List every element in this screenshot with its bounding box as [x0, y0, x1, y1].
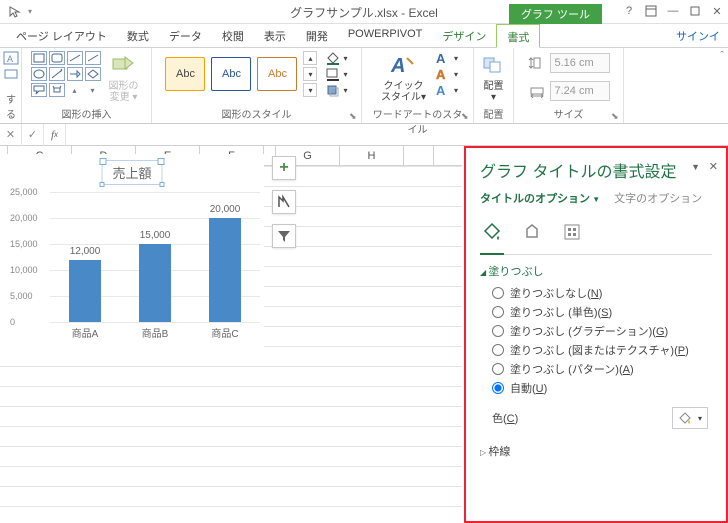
- sign-in-link[interactable]: サインイ: [676, 28, 720, 44]
- style-down[interactable]: ▾: [303, 67, 317, 81]
- quick-style-button[interactable]: A クイック スタイル▾: [377, 51, 430, 105]
- shape-gallery[interactable]: ▴ ▾: [31, 51, 101, 97]
- group-arrange: 配置: [480, 105, 507, 123]
- tab-developer[interactable]: 開発: [296, 24, 338, 47]
- shape-outline-button[interactable]: ▾: [325, 67, 347, 81]
- text-effects-button[interactable]: A▾: [436, 83, 458, 97]
- tab-title-options[interactable]: タイトルのオプション: [480, 190, 600, 206]
- tab-formulas[interactable]: 数式: [117, 24, 159, 47]
- enter-formula-button[interactable]: ✓: [22, 124, 44, 146]
- chart-elements-button[interactable]: +: [272, 156, 296, 180]
- cancel-formula-button[interactable]: ✕: [0, 124, 22, 146]
- chart-plot-area[interactable]: 05,00010,00015,00020,00025,00012,000商品A1…: [10, 192, 260, 322]
- section-fill-toggle[interactable]: 塗りつぶし: [480, 263, 712, 279]
- tab-design[interactable]: デザイン: [432, 24, 496, 47]
- window-title: グラフサンプル.xlsx - Excel: [290, 4, 438, 21]
- height-icon: [528, 56, 546, 70]
- fill-picture-radio[interactable]: 塗りつぶし (図またはテクスチャ)(P): [492, 342, 712, 358]
- chart-filters-button[interactable]: [272, 224, 296, 248]
- embedded-chart[interactable]: 売上額 05,00010,00015,00020,00025,00012,000…: [0, 154, 264, 350]
- fill-auto-radio[interactable]: 自動(U): [492, 380, 712, 396]
- fill-line-icon[interactable]: [480, 220, 504, 244]
- pointer-icon: [8, 5, 22, 19]
- svg-text:A: A: [390, 55, 405, 77]
- insert-function-button[interactable]: fx: [44, 124, 66, 146]
- format-pane: グラフ タイトルの書式設定 ▼ ✕ タイトルのオプション 文字のオプション 塗り…: [464, 146, 728, 523]
- maximize-button[interactable]: [686, 2, 704, 20]
- tab-view[interactable]: 表示: [254, 24, 296, 47]
- collapse-ribbon-icon[interactable]: ˆ: [720, 50, 724, 62]
- shape-style-1[interactable]: Abc: [165, 57, 205, 91]
- fill-none-radio[interactable]: 塗りつぶしなし(N): [492, 285, 712, 301]
- shape-styles-launcher[interactable]: ⬊: [349, 111, 359, 121]
- pane-options-dropdown[interactable]: ▼: [691, 162, 700, 172]
- textbox-icon[interactable]: A: [3, 51, 19, 65]
- color-label: 色(C): [492, 410, 518, 426]
- width-icon: [528, 84, 546, 98]
- tab-format[interactable]: 書式: [496, 24, 540, 48]
- shape-effects-button[interactable]: ▾: [325, 83, 347, 97]
- qat-dropdown[interactable]: ▾: [28, 7, 32, 16]
- minimize-button[interactable]: —: [664, 2, 682, 20]
- group-shapes-insert: 図形の挿入: [28, 105, 145, 123]
- chart-title[interactable]: 売上額: [101, 160, 162, 185]
- fill-gradient-radio[interactable]: 塗りつぶし (グラデーション)(G): [492, 323, 712, 339]
- shape-rect-icon[interactable]: [3, 67, 19, 81]
- text-outline-button[interactable]: A▾: [436, 67, 458, 81]
- change-shape-button: 図形の 変更 ▾: [105, 51, 143, 105]
- effects-icon[interactable]: [520, 220, 544, 244]
- shape-width-input[interactable]: [550, 81, 610, 101]
- tab-review[interactable]: 校閲: [212, 24, 254, 47]
- ribbon-display-button[interactable]: [642, 2, 660, 20]
- text-fill-button[interactable]: A▾: [436, 51, 458, 65]
- restrict-label: する: [6, 90, 15, 123]
- group-shape-styles: 図形のスタイル: [158, 105, 355, 123]
- close-button[interactable]: ✕: [708, 2, 726, 20]
- fill-pattern-radio[interactable]: 塗りつぶし (パターン)(A): [492, 361, 712, 377]
- style-more[interactable]: ▾: [303, 83, 317, 97]
- svg-text:A: A: [7, 54, 13, 64]
- arrange-button[interactable]: 配置 ▾: [475, 51, 513, 105]
- pane-close-button[interactable]: ✕: [709, 160, 718, 173]
- fill-radio-group: 塗りつぶしなし(N) 塗りつぶし (単色)(S) 塗りつぶし (グラデーション)…: [480, 285, 712, 396]
- format-pane-title: グラフ タイトルの書式設定: [480, 158, 712, 182]
- size-launcher[interactable]: ⬊: [611, 111, 621, 121]
- size-properties-icon[interactable]: [560, 220, 584, 244]
- wordart-launcher[interactable]: ⬊: [461, 111, 471, 121]
- group-size: サイズ: [520, 105, 617, 123]
- chart-styles-button[interactable]: [272, 190, 296, 214]
- tab-data[interactable]: データ: [159, 24, 212, 47]
- tab-page-layout[interactable]: ページ レイアウト: [6, 24, 117, 47]
- color-picker-button[interactable]: ▾: [672, 407, 708, 429]
- shape-fill-button[interactable]: ▾: [325, 51, 347, 65]
- shape-style-gallery[interactable]: Abc Abc Abc ▴ ▾ ▾: [165, 51, 317, 97]
- fill-solid-radio[interactable]: 塗りつぶし (単色)(S): [492, 304, 712, 320]
- help-button[interactable]: ?: [620, 2, 638, 20]
- shape-height-input[interactable]: [550, 53, 610, 73]
- group-wordart: ワードアートのスタイル: [368, 105, 467, 138]
- context-tool-label: グラフ ツール: [509, 4, 602, 24]
- shape-style-2[interactable]: Abc: [211, 57, 251, 91]
- shape-style-3[interactable]: Abc: [257, 57, 297, 91]
- section-line-toggle[interactable]: 枠線: [480, 443, 712, 459]
- tab-text-options[interactable]: 文字のオプション: [614, 190, 702, 206]
- style-up[interactable]: ▴: [303, 51, 317, 65]
- tab-powerpivot[interactable]: POWERPIVOT: [338, 24, 433, 47]
